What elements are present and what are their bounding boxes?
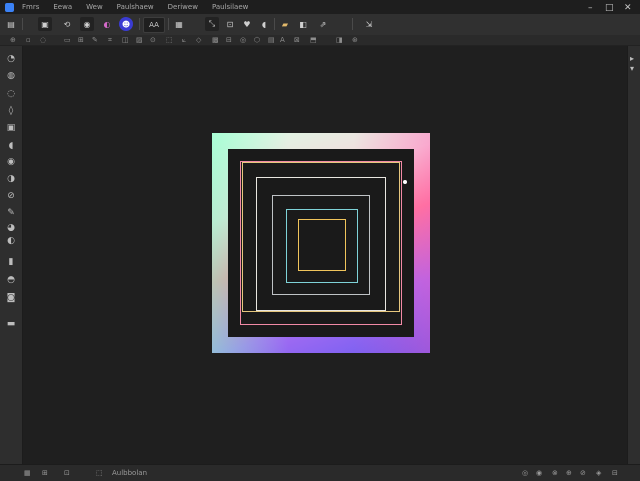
panel-options-icon[interactable]: ▾ — [630, 64, 634, 73]
option-align[interactable]: ⟀ — [182, 36, 186, 44]
status-block-icon[interactable]: ⊘ — [580, 469, 586, 477]
share-icon[interactable]: ⇗ — [317, 17, 329, 31]
option-minus[interactable]: ⊟ — [226, 36, 232, 44]
export-icon[interactable]: ⇲ — [362, 17, 376, 31]
menu-image[interactable]: Paulshaew — [117, 0, 154, 14]
lasso-tool-icon[interactable]: ◍ — [5, 70, 17, 82]
canvas-area[interactable] — [23, 46, 628, 464]
camera-icon[interactable]: ◉ — [80, 17, 94, 31]
option-half[interactable]: ⬒ — [310, 36, 317, 44]
favorite-icon[interactable]: ♥ — [241, 17, 253, 31]
rotate-icon[interactable]: ⟲ — [60, 17, 74, 31]
stamp-tool-icon[interactable]: ⊘ — [5, 190, 17, 202]
artboard-inner — [228, 149, 414, 337]
eyedropper-icon[interactable]: ◖ — [5, 140, 17, 152]
option-rect[interactable]: ▭ — [64, 36, 71, 44]
frame-tool-icon[interactable]: ▣ — [5, 122, 17, 134]
option-split[interactable]: ◨ — [336, 36, 343, 44]
new-file-icon[interactable]: ▤ — [4, 17, 18, 31]
right-panel: ▸ ▾ — [627, 46, 640, 464]
color-picker-icon[interactable]: ◐ — [100, 17, 114, 31]
option-circle[interactable]: ◎ — [240, 36, 246, 44]
status-record-icon[interactable]: ◉ — [536, 469, 542, 477]
status-diamond-icon[interactable]: ◈ — [596, 469, 601, 477]
option-pattern[interactable]: ▩ — [212, 36, 219, 44]
status-grid-icon[interactable]: ▦ — [24, 469, 31, 477]
profile-icon[interactable]: ☻ — [119, 17, 133, 31]
dodge-tool-icon[interactable]: ◓ — [5, 274, 17, 286]
status-frame-icon[interactable]: ⊡ — [64, 469, 70, 477]
menu-edit[interactable]: Eewa — [53, 0, 72, 14]
grid-icon[interactable]: ▦ — [172, 17, 186, 31]
option-lasso[interactable]: ◌ — [40, 36, 46, 44]
option-hash[interactable]: ⌗ — [108, 36, 112, 44]
option-text[interactable]: A — [280, 36, 285, 44]
close-icon[interactable]: ✕ — [624, 1, 632, 15]
shape-tool-icon[interactable]: ▬ — [5, 318, 17, 330]
crop-tool-icon[interactable]: ◊ — [5, 105, 17, 117]
status-bar: ▦ ⊞ ⊡ ⬚ Aulbbolan ◎ ◉ ⊗ ⊕ ⊘ ◈ ⊟ — [0, 464, 640, 481]
option-grid[interactable]: ⊞ — [78, 36, 84, 44]
minimize-icon[interactable]: – — [588, 1, 593, 15]
option-move[interactable]: ⊕ — [10, 36, 16, 44]
option-frame[interactable]: ⬚ — [166, 36, 173, 44]
ring-yellow — [298, 219, 346, 271]
option-box[interactable]: ⊠ — [294, 36, 300, 44]
brush-tool-icon[interactable]: ◑ — [5, 173, 17, 185]
menu-bar: Fmrs Eewa Wew Paulshaew Deriwew Paulsila… — [0, 0, 640, 14]
status-bounds-icon[interactable]: ⬚ — [96, 469, 103, 477]
eraser-tool-icon[interactable]: ◕ — [5, 222, 17, 234]
speech-icon[interactable]: ◖ — [258, 17, 270, 31]
option-diamond[interactable]: ◇ — [196, 36, 201, 44]
status-layout-icon[interactable]: ⊞ — [42, 469, 48, 477]
menu-filter[interactable]: Paulsilaew — [212, 0, 248, 14]
option-select[interactable]: ▫ — [26, 36, 31, 44]
magic-wand-icon[interactable]: ◌ — [5, 88, 17, 100]
heal-tool-icon[interactable]: ◉ — [5, 156, 17, 168]
artboard-gradient-frame[interactable] — [212, 133, 430, 353]
move-tool-icon[interactable]: ◔ — [5, 53, 17, 65]
option-pen[interactable]: ✎ — [92, 36, 98, 44]
option-list[interactable]: ▤ — [268, 36, 275, 44]
status-stop-icon[interactable]: ⊗ — [552, 469, 558, 477]
menu-file[interactable]: Fmrs — [22, 0, 39, 14]
image-icon[interactable]: ▣ — [38, 17, 52, 31]
mask-icon[interactable]: ◧ — [297, 17, 309, 31]
document-info: Aulbbolan — [112, 469, 148, 477]
app-logo-icon[interactable] — [5, 2, 14, 12]
options-bar: ⊕ ▫ ◌ ▭ ⊞ ✎ ⌗ ◫ ▨ ⊙ ⬚ ⟀ ◇ ▩ ⊟ ◎ ⬡ ▤ A ⊠ … — [0, 35, 640, 46]
anchor-point[interactable] — [403, 180, 407, 184]
status-collapse-icon[interactable]: ⊟ — [612, 469, 618, 477]
option-star[interactable]: ⊛ — [352, 36, 358, 44]
option-target[interactable]: ⊙ — [150, 36, 156, 44]
option-hex[interactable]: ⬡ — [254, 36, 260, 44]
blur-tool-icon[interactable]: ▮ — [5, 256, 17, 268]
crop-icon[interactable]: ⊡ — [224, 17, 236, 31]
option-fill[interactable]: ▨ — [136, 36, 143, 44]
gradient-tool-icon[interactable]: ◐ — [5, 235, 17, 247]
text-tool-icon[interactable]: ◙ — [5, 292, 17, 304]
status-view-icon[interactable]: ◎ — [522, 469, 528, 477]
pen-tool-icon[interactable]: ✎ — [5, 207, 17, 219]
layers-icon[interactable]: ▰ — [279, 17, 291, 31]
menu-view[interactable]: Wew — [86, 0, 103, 14]
menu-layer[interactable]: Deriwew — [168, 0, 198, 14]
main-toolbar: ▤ ▣ ⟲ ◉ ◐ ☻ AA ▦ ⤡ ⊡ ♥ ◖ ▰ ◧ ⇗ ⇲ — [0, 14, 640, 36]
maximize-icon[interactable]: □ — [605, 1, 614, 15]
tools-panel: ◔ ◍ ◌ ◊ ▣ ◖ ◉ ◑ ⊘ ✎ ◕ ◐ ▮ ◓ ◙ ▬ — [0, 46, 23, 464]
status-add-icon[interactable]: ⊕ — [566, 469, 572, 477]
aa-toggle[interactable]: AA — [143, 17, 165, 33]
option-panel[interactable]: ◫ — [122, 36, 129, 44]
panel-expand-icon[interactable]: ▸ — [630, 54, 634, 63]
transform-icon[interactable]: ⤡ — [205, 17, 219, 31]
